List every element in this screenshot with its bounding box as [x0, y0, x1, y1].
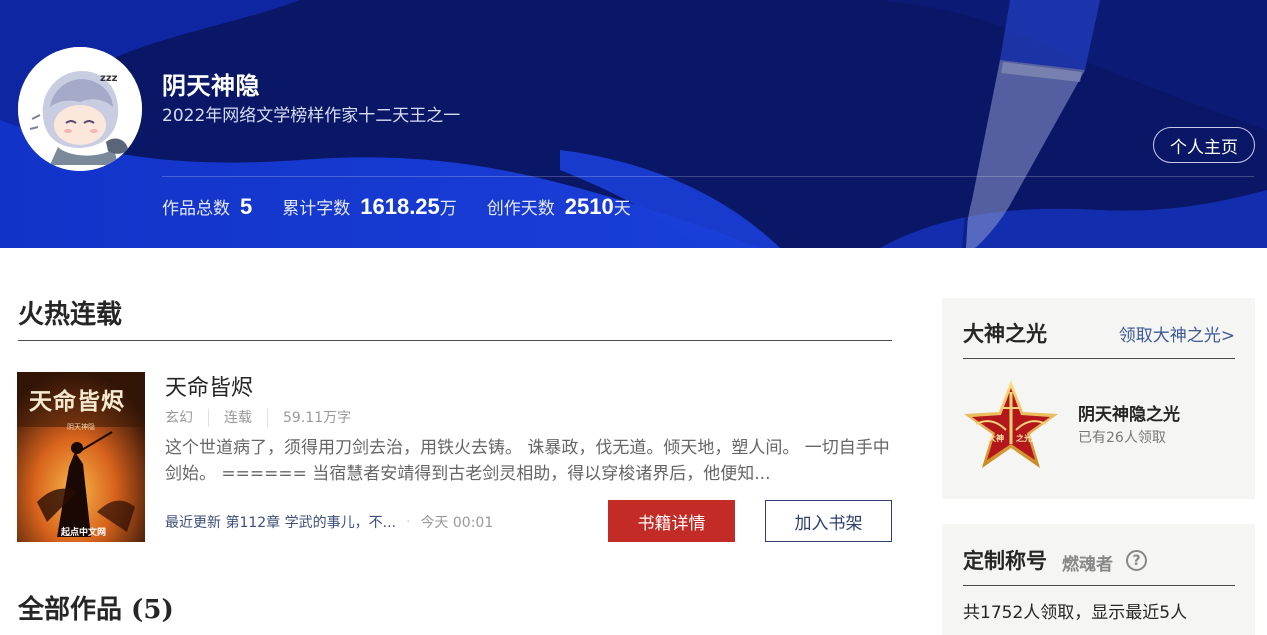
separator-dot: · [405, 514, 411, 530]
author-banner: zzz 阴天神隐 2022年网络文学榜样作家十二天王之一 个人主页 作品总数 5… [0, 0, 1267, 248]
hot-serial-heading: 火热连载 [18, 300, 123, 330]
stat-value: 1618.25 [360, 194, 440, 219]
book-description: 这个世道病了，须得用刀剑去治，用铁火去铸。 诛暴政，伐无道。倾天地，塑人间。 一… [165, 438, 890, 484]
personal-homepage-button[interactable]: 个人主页 [1153, 127, 1255, 163]
star-badge-icon: 大神 之光 [962, 378, 1060, 472]
custom-title-card: 定制称号 燃魂者 ? 共1752人领取，显示最近5人 [942, 524, 1255, 635]
claim-honor-link[interactable]: 领取大神之光> [1119, 321, 1235, 346]
update-time: 今天 00:01 [420, 515, 494, 531]
badge-text-right: 之光 [1016, 434, 1032, 443]
custom-title-name: 燃魂者 [1062, 555, 1113, 575]
latest-update: 最近更新 第112章 学武的事儿，不... · 今天 00:01 [165, 512, 493, 532]
stat-label: 累计字数 [282, 199, 351, 219]
badge-name: 阴天神隐之光 [1078, 405, 1180, 425]
cover-publisher: 起点中文网 [61, 528, 107, 538]
book-tags: 玄幻 连载 59.11万字 [165, 409, 366, 427]
svg-text:zzz: zzz [100, 73, 118, 84]
cover-title: 天命皆烬 [29, 388, 125, 415]
custom-title-heading: 定制称号 [963, 548, 1047, 573]
stat-label: 创作天数 [486, 199, 555, 219]
section-divider [18, 340, 892, 341]
anime-avatar: zzz [18, 47, 142, 171]
book-title-link[interactable]: 天命皆烬 [165, 370, 253, 402]
stat-total-words: 累计字数 1618.25 万 [282, 194, 457, 220]
custom-title-summary: 共1752人领取，显示最近5人 [963, 603, 1188, 623]
stat-label: 作品总数 [162, 199, 230, 219]
honor-card-title: 大神之光 [963, 321, 1047, 346]
book-cover[interactable]: 天命皆烬 阴天神隐 起点中文网 [17, 372, 145, 542]
card-divider [963, 358, 1235, 359]
stat-unit: 万 [439, 199, 457, 219]
author-stats: 作品总数 5 累计字数 1618.25 万 创作天数 2510 天 [162, 194, 661, 226]
stat-unit: 天 [613, 199, 631, 219]
stat-works-count: 作品总数 5 [162, 194, 252, 220]
tag-word-count: 59.11万字 [267, 409, 366, 427]
author-name: 阴天神隐 [162, 72, 260, 100]
honor-card: 大神之光 领取大神之光> 大神 之光 阴天神隐之光 已有26人领取 [942, 298, 1255, 499]
latest-chapter-link[interactable]: 最近更新 第112章 学武的事儿，不... [165, 512, 396, 532]
tag-genre[interactable]: 玄幻 [165, 409, 208, 427]
banner-divider [162, 176, 1254, 177]
book-details-button[interactable]: 书籍详情 [608, 500, 735, 542]
author-avatar[interactable]: zzz [18, 47, 142, 171]
author-honor-title: 2022年网络文学榜样作家十二天王之一 [162, 106, 461, 126]
badge-claim-count: 已有26人领取 [1078, 430, 1166, 446]
stat-writing-days: 创作天数 2510 天 [487, 194, 631, 220]
badge-text-left: 大神 [988, 434, 1004, 443]
stat-value: 2510 [564, 194, 614, 219]
question-circle-icon[interactable]: ? [1126, 550, 1147, 571]
card-divider [963, 585, 1235, 586]
cover-author: 阴天神隐 [67, 423, 95, 431]
add-to-bookshelf-button[interactable]: 加入书架 [765, 500, 892, 542]
tag-status: 连载 [208, 409, 267, 427]
stat-value: 5 [240, 194, 253, 219]
all-works-heading: 全部作品 (5) [18, 595, 174, 625]
